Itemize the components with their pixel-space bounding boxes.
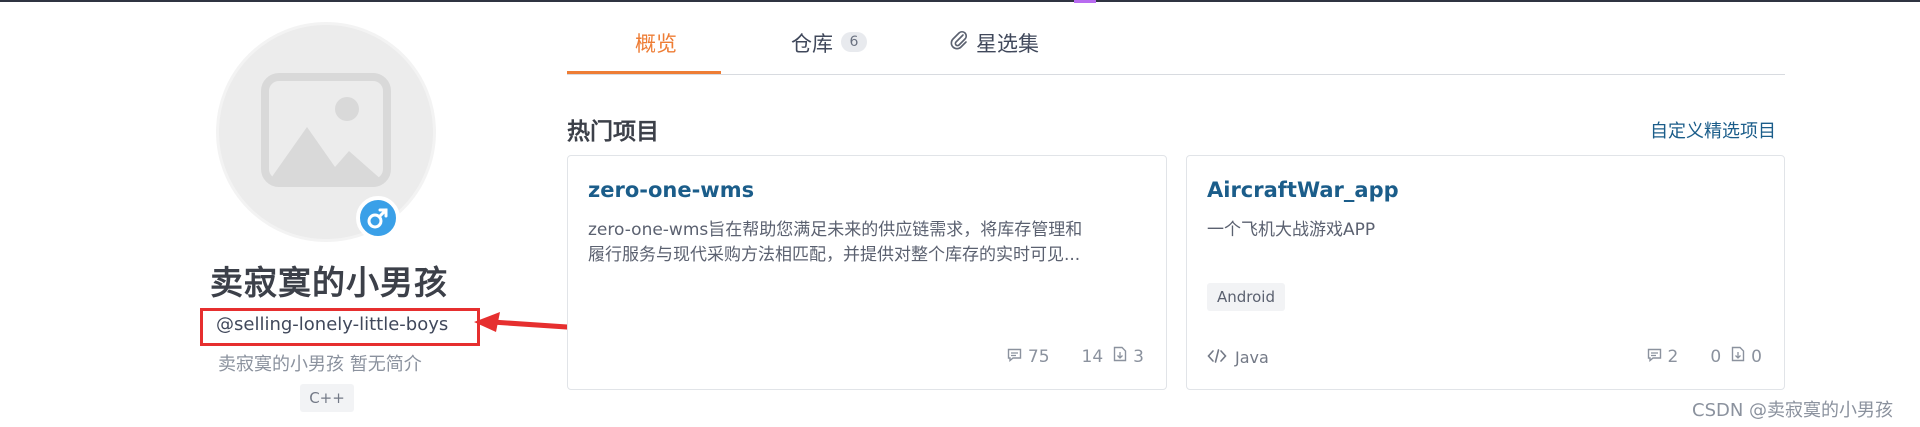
project-card[interactable]: zero-one-wms zero-one-wms旨在帮助您满足未来的供应链需求… — [567, 155, 1167, 390]
project-title[interactable]: zero-one-wms — [588, 178, 754, 202]
repository-count-badge: 6 — [841, 32, 867, 52]
tab-repositories[interactable]: 仓库 6 — [791, 28, 867, 74]
male-gender-icon — [356, 196, 400, 240]
paperclip-icon — [950, 30, 968, 55]
comment-count: 2 — [1667, 346, 1679, 367]
project-language-label: Java — [1235, 348, 1269, 367]
profile-bio: 卖寂寞的小男孩 暂无简介 — [218, 354, 422, 375]
fork-count: 0 — [1751, 346, 1762, 367]
project-description: zero-one-wms旨在帮助您满足未来的供应链需求，将库存管理和 履行服务与… — [588, 218, 1082, 268]
code-icon — [1207, 348, 1227, 367]
comment-stat: 75 — [1007, 347, 1050, 367]
comment-icon — [1007, 347, 1022, 367]
star-stat: 14 — [1076, 347, 1104, 367]
section-title: 热门项目 — [567, 119, 659, 145]
project-description: 一个飞机大战游戏APP — [1207, 218, 1375, 243]
comment-stat: 2 — [1647, 346, 1679, 367]
watermark: CSDN @卖寂寞的小男孩 — [1692, 400, 1894, 421]
star-stat: 0 — [1704, 347, 1721, 367]
profile-language-tag[interactable]: C++ — [300, 384, 354, 412]
tab-repositories-label: 仓库 — [791, 32, 833, 56]
active-tab-indicator — [567, 71, 721, 74]
project-title[interactable]: AircraftWar_app — [1207, 178, 1399, 202]
project-language: Java — [1207, 348, 1269, 367]
tab-collections-label: 星选集 — [976, 32, 1039, 56]
fork-stat: 0 — [1731, 346, 1762, 367]
star-count: 0 — [1710, 346, 1722, 367]
fork-stat: 3 — [1113, 346, 1144, 367]
tab-overview-label: 概览 — [635, 32, 677, 56]
project-stats: 75 14 3 — [981, 346, 1144, 367]
tab-overview[interactable]: 概览 — [635, 28, 677, 74]
profile-tabs: 概览 仓库 6 星选集 — [567, 28, 1785, 75]
customize-featured-link[interactable]: 自定义精选项目 — [1650, 117, 1776, 143]
top-bar-accent — [1074, 0, 1096, 3]
fork-count: 3 — [1133, 346, 1144, 367]
star-count: 14 — [1081, 346, 1104, 367]
profile-handle: @selling-lonely-little-boys — [216, 314, 449, 335]
top-bar — [0, 0, 1920, 2]
tab-collections[interactable]: 星选集 — [950, 28, 1039, 74]
project-stats: 2 0 0 — [1621, 346, 1762, 367]
project-topic-tag[interactable]: Android — [1207, 283, 1285, 311]
project-description-line: 一个飞机大战游戏APP — [1207, 220, 1376, 240]
profile-username: 卖寂寞的小男孩 — [210, 263, 448, 302]
fork-icon — [1731, 346, 1745, 367]
comment-count: 75 — [1027, 346, 1050, 367]
comment-icon — [1647, 347, 1662, 367]
project-description-line: zero-one-wms旨在帮助您满足未来的供应链需求，将库存管理和 — [588, 220, 1083, 240]
project-card[interactable]: AircraftWar_app 一个飞机大战游戏APP Android Java… — [1186, 155, 1785, 390]
image-placeholder-icon — [261, 73, 391, 191]
project-description-line: 履行服务与现代采购方法相匹配，并提供对整个库存的实时可见... — [588, 245, 1081, 265]
avatar[interactable] — [216, 22, 436, 242]
fork-icon — [1113, 346, 1127, 367]
